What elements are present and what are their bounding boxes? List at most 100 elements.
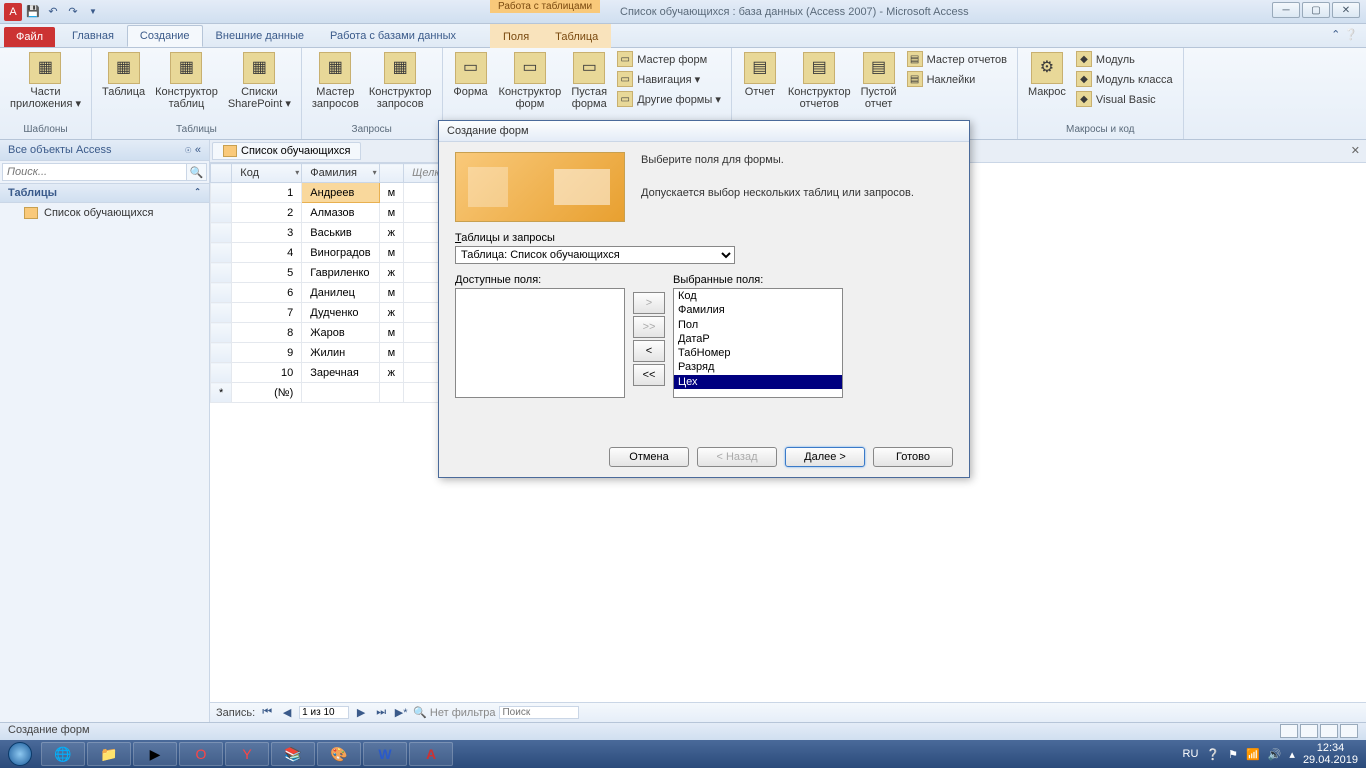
available-fields-list[interactable] <box>455 288 625 398</box>
taskbar-winrar[interactable]: 📚 <box>271 742 315 766</box>
blank-report-button[interactable]: ▤Пустой отчет <box>857 50 901 112</box>
col-partial[interactable] <box>379 164 404 183</box>
report-button[interactable]: ▤Отчет <box>738 50 782 100</box>
field-item[interactable]: Цех <box>674 375 842 389</box>
col-dropdown-icon[interactable]: ▾ <box>373 168 377 177</box>
navigation-button[interactable]: ▭Навигация ▾ <box>613 70 725 90</box>
undo-icon[interactable]: ↶ <box>44 3 62 21</box>
tray-clock[interactable]: 12:3429.04.2019 <box>1303 742 1358 766</box>
help-icon[interactable]: ❔ <box>1344 28 1358 41</box>
tab-create[interactable]: Создание <box>127 25 203 47</box>
finish-button[interactable]: Готово <box>873 447 953 467</box>
field-item[interactable]: Код <box>674 289 842 303</box>
row-selector-header[interactable] <box>211 164 232 183</box>
recnav-search[interactable] <box>499 706 579 719</box>
tray-up-icon[interactable]: ▴ <box>1289 748 1295 761</box>
nav-group-tables[interactable]: Таблицы⌃ <box>0 183 209 203</box>
minimize-button[interactable]: ─ <box>1272 2 1300 18</box>
tables-queries-combo[interactable]: Таблица: Список обучающихся <box>455 246 735 264</box>
form-design-button[interactable]: ▭Конструктор форм <box>495 50 566 112</box>
query-design-icon: ▦ <box>384 52 416 84</box>
module-button[interactable]: ◆Модуль <box>1072 50 1177 70</box>
nav-collapse-icon[interactable]: « <box>195 144 201 156</box>
macro-button[interactable]: ⚙Макрос <box>1024 50 1070 100</box>
nav-item-table[interactable]: Список обучающихся <box>0 203 209 223</box>
blank-form-button[interactable]: ▭Пустая форма <box>567 50 611 112</box>
recnav-prev[interactable]: ◀ <box>279 706 295 719</box>
view-datasheet-button[interactable] <box>1280 724 1298 738</box>
qat-dropdown-icon[interactable]: ▼ <box>84 3 102 21</box>
report-design-button[interactable]: ▤Конструктор отчетов <box>784 50 855 112</box>
field-item[interactable]: Разряд <box>674 360 842 374</box>
tab-fields[interactable]: Поля <box>490 26 542 48</box>
col-kod[interactable]: Код▾ <box>232 164 302 183</box>
view-layout-button[interactable] <box>1320 724 1338 738</box>
tray-help-icon[interactable]: ❔ <box>1206 748 1220 761</box>
recnav-last[interactable]: ⏭ <box>373 706 389 719</box>
close-button[interactable]: ✕ <box>1332 2 1360 18</box>
add-all-button[interactable]: >> <box>633 316 665 338</box>
maximize-button[interactable]: ▢ <box>1302 2 1330 18</box>
tray-flag-icon[interactable]: ⚑ <box>1228 748 1238 761</box>
recnav-position[interactable] <box>299 706 349 719</box>
class-module-button[interactable]: ◆Модуль класса <box>1072 70 1177 90</box>
col-fam[interactable]: Фамилия▾ <box>302 164 379 183</box>
visual-basic-button[interactable]: ◆Visual Basic <box>1072 90 1177 110</box>
nav-search-button[interactable]: 🔍 <box>187 163 207 181</box>
taskbar-explorer[interactable]: 📁 <box>87 742 131 766</box>
taskbar-yandex[interactable]: Y <box>225 742 269 766</box>
tab-table[interactable]: Таблица <box>542 26 611 48</box>
field-item[interactable]: ТабНомер <box>674 346 842 360</box>
add-field-button[interactable]: > <box>633 292 665 314</box>
table-design-button[interactable]: ▦Конструктор таблиц <box>151 50 222 112</box>
selected-fields-list[interactable]: КодФамилияПолДатаРТабНомерРазрядЦех <box>673 288 843 398</box>
cancel-button[interactable]: Отмена <box>609 447 689 467</box>
field-item[interactable]: ДатаР <box>674 332 842 346</box>
recnav-new[interactable]: ▶* <box>393 706 409 719</box>
back-button[interactable]: < Назад <box>697 447 777 467</box>
remove-field-button[interactable]: < <box>633 340 665 362</box>
start-button[interactable] <box>0 740 40 768</box>
nav-dropdown-icon[interactable]: ☉ <box>185 146 192 155</box>
recnav-filter[interactable]: 🔍 Нет фильтра <box>413 706 495 719</box>
object-tab[interactable]: Список обучающихся <box>212 142 361 160</box>
form-button[interactable]: ▭Форма <box>449 50 493 100</box>
field-item[interactable]: Пол <box>674 318 842 332</box>
report-wizard-button[interactable]: ▤Мастер отчетов <box>903 50 1011 70</box>
tab-home[interactable]: Главная <box>59 25 127 47</box>
tab-file[interactable]: Файл <box>4 27 55 47</box>
labels-button[interactable]: ▤Наклейки <box>903 70 1011 90</box>
nav-header[interactable]: Все объекты Access ☉ « <box>0 140 209 161</box>
taskbar-media[interactable]: ▶ <box>133 742 177 766</box>
app-parts-button[interactable]: ▦Части приложения ▾ <box>6 50 85 112</box>
next-button[interactable]: Далее > <box>785 447 865 467</box>
more-forms-button[interactable]: ▭Другие формы ▾ <box>613 90 725 110</box>
query-wizard-button[interactable]: ▦Мастер запросов <box>308 50 363 112</box>
col-dropdown-icon[interactable]: ▾ <box>295 168 299 177</box>
taskbar-access[interactable]: A <box>409 742 453 766</box>
minimize-ribbon-icon[interactable]: ⌃ <box>1331 28 1340 41</box>
nav-search-input[interactable] <box>2 163 187 181</box>
sharepoint-lists-button[interactable]: ▦Списки SharePoint ▾ <box>224 50 295 112</box>
recnav-first[interactable]: ⏮ <box>259 706 275 719</box>
form-wizard-button[interactable]: ▭Мастер форм <box>613 50 725 70</box>
recnav-next[interactable]: ▶ <box>353 706 369 719</box>
tray-volume-icon[interactable]: 🔊 <box>1268 748 1282 761</box>
field-item[interactable]: Фамилия <box>674 303 842 317</box>
remove-all-button[interactable]: << <box>633 364 665 386</box>
close-object-icon[interactable]: ✕ <box>1351 144 1360 157</box>
query-design-button[interactable]: ▦Конструктор запросов <box>365 50 436 112</box>
taskbar-opera[interactable]: O <box>179 742 223 766</box>
view-design-button[interactable] <box>1300 724 1318 738</box>
tray-lang[interactable]: RU <box>1183 748 1199 760</box>
view-form-button[interactable] <box>1340 724 1358 738</box>
redo-icon[interactable]: ↷ <box>64 3 82 21</box>
taskbar-paint[interactable]: 🎨 <box>317 742 361 766</box>
taskbar-word[interactable]: W <box>363 742 407 766</box>
taskbar-ie[interactable]: 🌐 <box>41 742 85 766</box>
save-icon[interactable]: 💾 <box>24 3 42 21</box>
table-button[interactable]: ▦Таблица <box>98 50 149 100</box>
tray-network-icon[interactable]: 📶 <box>1246 748 1260 761</box>
tab-database[interactable]: Работа с базами данных <box>317 25 469 47</box>
tab-external[interactable]: Внешние данные <box>203 25 317 47</box>
